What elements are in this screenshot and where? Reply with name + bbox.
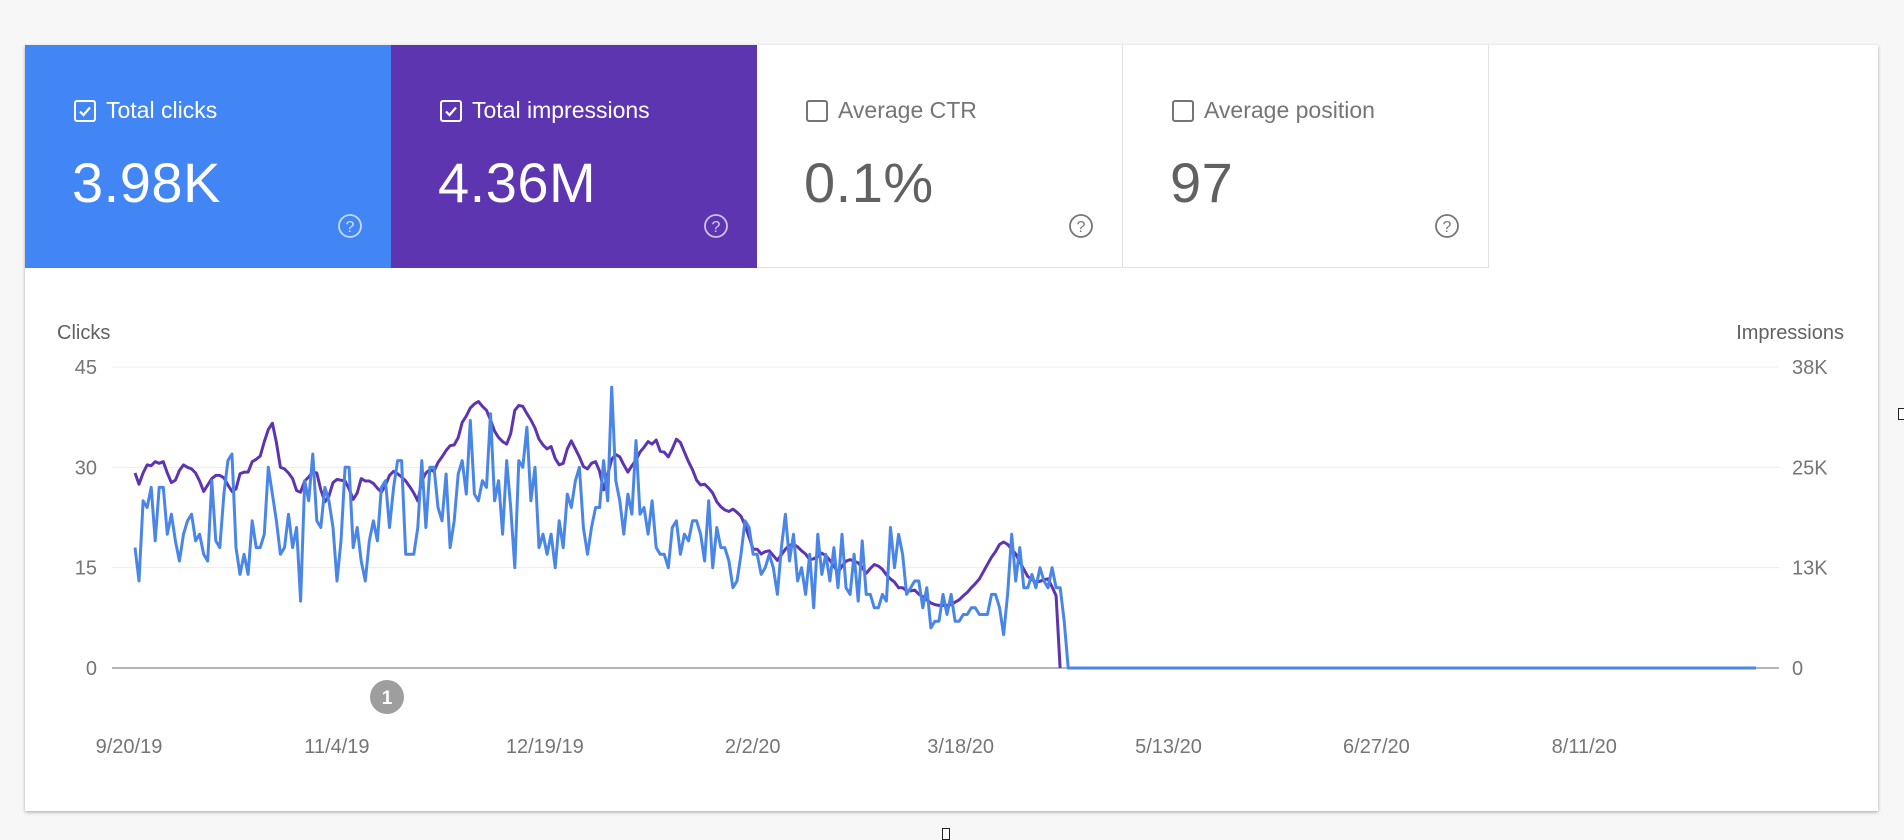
checkbox-checked-icon[interactable]	[440, 99, 462, 122]
cursor-artifact	[942, 828, 950, 840]
help-circle-icon[interactable]: ?	[703, 213, 729, 239]
metric-card-total-clicks[interactable]: Total clicks 3.98K ?	[25, 45, 391, 268]
help-circle-icon[interactable]: ?	[1434, 213, 1460, 239]
metric-card-total-impressions[interactable]: Total impressions 4.36M ?	[391, 45, 757, 268]
metric-label: Average CTR	[838, 97, 977, 123]
metric-value: 0.1%	[804, 151, 934, 214]
metric-label: Total impressions	[472, 97, 650, 123]
metric-card-average-position[interactable]: Average position 97 ?	[1123, 45, 1489, 268]
svg-text:?: ?	[1443, 219, 1452, 236]
svg-text:?: ?	[346, 219, 355, 236]
metric-cards: Total clicks 3.98K ? Total impressions 4…	[25, 45, 1489, 268]
metric-card-average-ctr[interactable]: Average CTR 0.1% ?	[757, 45, 1123, 268]
checkbox-unchecked-icon[interactable]	[1172, 99, 1194, 122]
metric-value: 4.36M	[438, 151, 597, 214]
metric-value: 97	[1170, 151, 1234, 214]
svg-text:?: ?	[1077, 219, 1086, 236]
performance-panel: Total clicks 3.98K ? Total impressions 4…	[25, 45, 1878, 811]
cursor-artifact	[1898, 408, 1904, 420]
help-circle-icon[interactable]: ?	[1068, 213, 1094, 239]
metric-label: Average position	[1204, 97, 1375, 123]
metric-value: 3.98K	[72, 151, 221, 214]
help-circle-icon[interactable]: ?	[337, 213, 363, 239]
checkbox-checked-icon[interactable]	[74, 99, 96, 122]
metric-label: Total clicks	[106, 97, 218, 123]
svg-text:?: ?	[712, 219, 721, 236]
checkbox-unchecked-icon[interactable]	[806, 99, 828, 122]
